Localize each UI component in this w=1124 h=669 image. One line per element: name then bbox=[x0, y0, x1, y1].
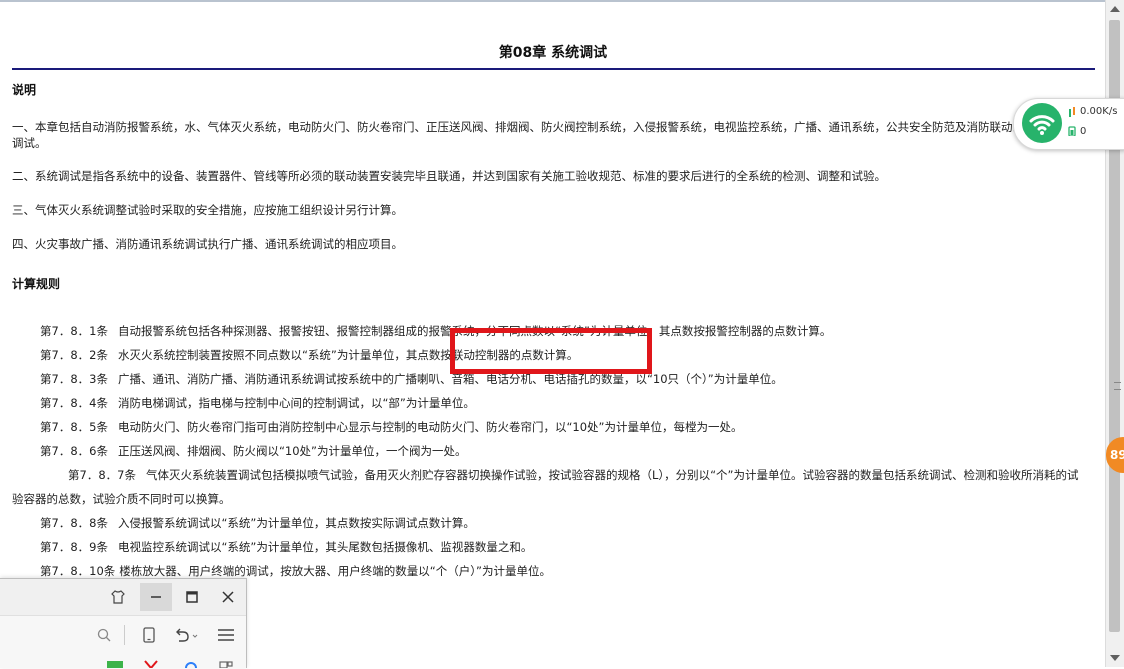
rule-text: 入侵报警系统调试以“系统”为计量单位，其点数按实际调试点数计算。 bbox=[117, 516, 475, 530]
mini-window-titlebar bbox=[0, 579, 246, 616]
rule-number: 第7．8．8条 bbox=[40, 516, 108, 530]
rule-number: 第7．8．6条 bbox=[40, 444, 108, 458]
close-icon[interactable] bbox=[212, 583, 244, 611]
rule-item: 第7．8．6条 正压送风阀、排烟阀、防火阀以“10处”为计量单位，一个阀为一处。 bbox=[40, 439, 1085, 463]
rule-number: 第7．8．4条 bbox=[40, 396, 108, 410]
rule-text: 气体灭火系统装置调试包括模拟喷气试验，备用灭火剂贮存容器切换操作试验，按试验容器… bbox=[12, 468, 1079, 506]
search-icon[interactable] bbox=[97, 623, 111, 647]
scroll-down-arrow-icon[interactable] bbox=[1110, 655, 1120, 661]
rule-item: 第7．8．8条 入侵报警系统调试以“系统”为计量单位，其点数按实际调试点数计算。 bbox=[40, 511, 1085, 535]
rule-number: 第7．8．2条 bbox=[40, 348, 108, 362]
rule-item: 第7．8．4条 消防电梯调试，指电梯与控制中心间的控制调试，以“部”为计量单位。 bbox=[40, 391, 1085, 415]
network-count: 0 bbox=[1080, 126, 1087, 137]
toolbar-divider bbox=[124, 625, 125, 645]
upload-arrows-icon bbox=[1069, 107, 1075, 117]
shirt-icon[interactable] bbox=[102, 583, 134, 611]
menu-icon[interactable] bbox=[217, 623, 235, 647]
network-speed: 0.00K/s bbox=[1080, 106, 1118, 117]
badge-value: 89 bbox=[1110, 448, 1124, 462]
document-page: 第08章 系统调试 说明 一、本章包括自动消防报警系统，水、气体灭火系统，电动防… bbox=[0, 0, 1106, 669]
highlight-annotation-box bbox=[450, 328, 652, 374]
note-paragraph-3: 三、气体灭火系统调整试验时采取的安全措施，应按施工组织设计另行计算。 bbox=[12, 203, 403, 217]
rule-number: 第7．8．1条 bbox=[40, 324, 108, 338]
title-divider bbox=[12, 68, 1095, 70]
scroll-up-arrow-icon[interactable] bbox=[1110, 6, 1120, 12]
notes-heading: 说明 bbox=[12, 83, 37, 97]
note-paragraph-2: 二、系统调试是指各系统中的设备、装置器件、管线等所必须的联动装置安装完毕且联通，… bbox=[12, 169, 886, 183]
rule-text: 楼栋放大器、用户终端的调试，按放大器、用户终端的数量以“个（户）”为计量单位。 bbox=[119, 564, 551, 578]
note-paragraph-4: 四、火灾事故广播、消防通讯系统调试执行广播、通讯系统调试的相应项目。 bbox=[12, 237, 403, 251]
page-title: 第08章 系统调试 bbox=[498, 45, 608, 61]
rule-item: 第7．8．5条 电动防火门、防火卷帘门指可由消防控制中心显示与控制的电动防火门、防… bbox=[40, 415, 1085, 439]
minimize-icon[interactable] bbox=[140, 583, 172, 611]
rule-number: 第7．8．9条 bbox=[40, 540, 108, 554]
rule-number: 第7．8．7条 bbox=[68, 468, 136, 482]
note-paragraph-1: 一、本章包括自动消防报警系统，水、气体灭火系统，电动防火门、防火卷帘门、正压送风… bbox=[12, 120, 1082, 150]
rule-item: 第7．8．7条 气体灭火系统装置调试包括模拟喷气试验，备用灭火剂贮存容器切换操作试… bbox=[12, 463, 1084, 511]
rule-number: 第7．8．5条 bbox=[40, 420, 108, 434]
rule-text: 电视监控系统调试以“系统”为计量单位，其头尾数包括摄像机、监视器数量之和。 bbox=[117, 540, 533, 554]
floating-mini-window bbox=[0, 578, 247, 668]
rule-text: 消防电梯调试，指电梯与控制中心间的控制调试，以“部”为计量单位。 bbox=[117, 396, 475, 410]
rules-heading: 计算规则 bbox=[12, 277, 61, 291]
undo-icon[interactable] bbox=[174, 623, 200, 647]
rule-text: 广播、通讯、消防广播、消防通讯系统调试按系统中的广播喇叭、音箱、电话分机、电话插… bbox=[117, 372, 783, 386]
maximize-icon[interactable] bbox=[176, 583, 208, 611]
wifi-icon bbox=[1022, 103, 1062, 143]
grip-icon bbox=[1114, 382, 1121, 390]
rule-text: 电动防火门、防火卷帘门指可由消防控制中心显示与控制的电动防火门、防火卷帘门，以“… bbox=[117, 420, 743, 434]
rule-item: 第7．8．9条 电视监控系统调试以“系统”为计量单位，其头尾数包括摄像机、监视器数… bbox=[40, 535, 1085, 559]
network-speed-widget[interactable]: 0.00K/s 0 bbox=[1013, 98, 1124, 150]
device-icon bbox=[1068, 126, 1076, 136]
rule-number: 第7．8．3条 bbox=[40, 372, 108, 386]
phone-icon[interactable] bbox=[143, 623, 155, 647]
rule-text: 正压送风阀、排烟阀、防火阀以“10处”为计量单位，一个阀为一处。 bbox=[117, 444, 467, 458]
